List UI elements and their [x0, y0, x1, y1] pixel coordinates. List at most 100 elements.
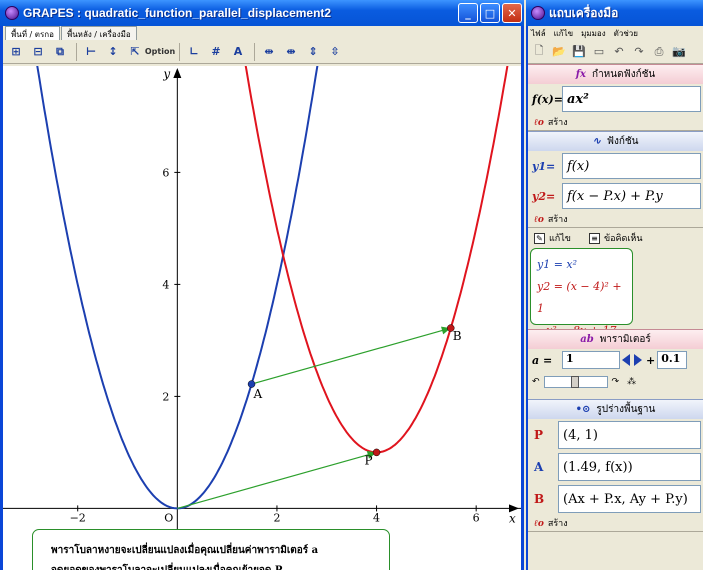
function-input-y1[interactable]: f(x) — [562, 153, 701, 179]
expression-line-y2: y2 = (x − 4)² + 1 — [537, 280, 622, 315]
note-line-1: พาราโบลาหงายจะเปลี่ยนแปลงเมื่อคุณเปลี่ยน… — [51, 545, 319, 556]
param-increase-icon[interactable] — [634, 354, 642, 366]
shrink-x-icon[interactable]: ⇼ — [281, 42, 301, 62]
graph-area[interactable]: x y −2 2 4 6 2 4 6 O A P B — [3, 66, 521, 570]
tools-titlebar[interactable]: แถบเครื่องมือ — [526, 0, 703, 26]
view-tabs: พื้นที่ / ตรกอ พื้นหลัง / เครื่องมือ — [3, 26, 521, 40]
create-label: สร้าง — [547, 215, 568, 225]
window-icon[interactable]: ▭ — [590, 43, 608, 61]
param-icon: ab — [580, 334, 594, 345]
points-create-button[interactable]: ℓo สร้าง — [528, 515, 703, 532]
create-label: สร้าง — [547, 519, 568, 529]
close-button[interactable]: ✕ — [502, 3, 522, 23]
param-value-input[interactable]: 1 — [562, 351, 620, 369]
redo-icon[interactable]: ↷ — [630, 43, 648, 61]
points-title: รูปร่างพื้นฐาน — [596, 404, 656, 415]
function-def-input[interactable]: ax² — [562, 86, 701, 112]
tools-app-icon — [531, 6, 545, 20]
tab-background-tools[interactable]: พื้นหลัง / เครื่องมือ — [60, 26, 137, 40]
y-tick-label: 6 — [162, 166, 169, 179]
y-tick-label: 2 — [162, 390, 169, 403]
zoom-area-icon[interactable]: ⧉ — [50, 42, 70, 62]
option-button[interactable]: Option — [145, 42, 175, 62]
tab-area[interactable]: พื้นที่ / ตรกอ — [5, 26, 60, 40]
create-icon: ℓo — [534, 214, 544, 225]
x-tick-label: −2 — [70, 511, 86, 524]
notes-icon[interactable]: ≡ — [588, 232, 600, 244]
point-label-P: P — [365, 453, 373, 467]
functions-header[interactable]: ∿ ฟังก์ชัน — [528, 131, 703, 151]
print-icon[interactable]: ⎙ — [650, 43, 668, 61]
tools-body: ไฟล์ แก้ไข มุมมอง ตัวช่วย 🗋 📂 💾 ▭ ↶ ↷ ⎙ … — [528, 26, 703, 570]
function-expression-y2: f(x − P.x) + P.y — [567, 188, 663, 204]
x-tick-label: 4 — [373, 511, 380, 524]
param-step-input[interactable]: 0.1 — [657, 351, 688, 369]
notes-label[interactable]: ข้อคิดเห็น — [604, 231, 643, 245]
zoom-in-icon[interactable]: ⊞ — [6, 42, 26, 62]
create-label: สร้าง — [547, 118, 568, 128]
graph-svg[interactable]: x y −2 2 4 6 2 4 6 O A P B — [3, 66, 521, 570]
functions-create-button[interactable]: ℓo สร้าง — [528, 211, 703, 228]
step-forward-icon[interactable]: ↷ — [612, 377, 620, 387]
point-input-P[interactable]: (4, 1) — [558, 421, 701, 449]
zoom-out-icon[interactable]: ⊟ — [28, 42, 48, 62]
expression-box: y1 = x² y2 = (x − 4)² + 1 =x² − 8x + 17 — [530, 248, 633, 337]
toolbar-divider — [254, 42, 255, 61]
menu-view[interactable]: มุมมอง — [581, 27, 606, 40]
menu-edit[interactable]: แก้ไข — [554, 27, 574, 40]
save-icon[interactable]: 💾 — [570, 43, 588, 61]
grapes-app-icon — [5, 6, 19, 20]
point-row-A: A (1.49, f(x)) — [528, 451, 703, 483]
expand-x-icon[interactable]: ⇹ — [259, 42, 279, 62]
param-title: พารามิเตอร์ — [599, 334, 651, 345]
expand-y-icon[interactable]: ⇕ — [303, 42, 323, 62]
grid-icon[interactable]: # — [206, 42, 226, 62]
toolbar-divider — [179, 42, 180, 61]
step-back-icon[interactable]: ↶ — [532, 377, 540, 387]
minimize-button[interactable]: _ — [458, 3, 478, 23]
main-window: GRAPES : quadratic_function_parallel_dis… — [0, 0, 524, 570]
menu-help[interactable]: ตัวช่วย — [614, 27, 638, 40]
undo-icon[interactable]: ↶ — [610, 43, 628, 61]
function-row-y2: y2= f(x − P.x) + P.y — [528, 181, 703, 211]
point-input-A[interactable]: (1.49, f(x)) — [558, 453, 701, 481]
point-input-B[interactable]: (Ax + P.x, Ay + P.y) — [558, 485, 701, 513]
point-label-B: B — [453, 329, 462, 343]
axis-move-icon[interactable]: ↕ — [103, 42, 123, 62]
graph-toolbar: ⊞ ⊟ ⧉ ⊢ ↕ ⇱ Option ∟ # A ⇹ ⇼ ⇕ ⇳ — [3, 40, 521, 64]
axes-icon[interactable]: ∟ — [184, 42, 204, 62]
function-expression-y1: f(x) — [567, 158, 590, 174]
point-label-B: B — [534, 492, 545, 506]
function-label-y2: y2= — [532, 189, 556, 203]
axis-scale-icon[interactable]: ⊢ — [81, 42, 101, 62]
function-def-create-button[interactable]: ℓo สร้าง — [528, 114, 703, 131]
param-header[interactable]: ab พารามิเตอร์ — [528, 329, 703, 349]
point-row-B: B (Ax + P.x, Ay + P.y) — [528, 483, 703, 515]
origin-label: O — [164, 511, 173, 524]
edit-notes-row: ✎ แก้ไข ≡ ข้อคิดเห็น — [528, 228, 703, 248]
animate-icon[interactable]: ⁂ — [627, 377, 636, 387]
edit-label[interactable]: แก้ไข — [549, 231, 571, 245]
axis-reset-icon[interactable]: ⇱ — [125, 42, 145, 62]
new-file-icon[interactable]: 🗋 — [530, 43, 548, 61]
tools-toolbar: 🗋 📂 💾 ▭ ↶ ↷ ⎙ 📷 — [528, 40, 703, 64]
points-header[interactable]: •⊙ รูปร่างพื้นฐาน — [528, 399, 703, 419]
menu-file[interactable]: ไฟล์ — [531, 27, 546, 40]
main-body: พื้นที่ / ตรกอ พื้นหลัง / เครื่องมือ ⊞ ⊟… — [3, 26, 521, 570]
function-input-y2[interactable]: f(x − P.x) + P.y — [562, 183, 701, 209]
camera-icon[interactable]: 📷 — [670, 43, 688, 61]
toolbar-divider — [76, 42, 77, 61]
param-decrease-icon[interactable] — [622, 354, 630, 366]
function-def-header[interactable]: fx กำหนดฟังก์ชัน — [528, 64, 703, 84]
main-titlebar[interactable]: GRAPES : quadratic_function_parallel_dis… — [0, 0, 524, 26]
edit-icon[interactable]: ✎ — [534, 232, 545, 244]
maximize-button[interactable]: □ — [480, 3, 500, 23]
point-label-A: A — [253, 387, 263, 401]
param-slider-thumb[interactable] — [570, 376, 579, 388]
shrink-y-icon[interactable]: ⇳ — [325, 42, 345, 62]
labels-icon[interactable]: A — [228, 42, 248, 62]
open-folder-icon[interactable]: 📂 — [550, 43, 568, 61]
point-label-A: A — [534, 460, 544, 474]
param-slider[interactable] — [543, 376, 608, 388]
function-label-y1: y1= — [532, 159, 556, 173]
